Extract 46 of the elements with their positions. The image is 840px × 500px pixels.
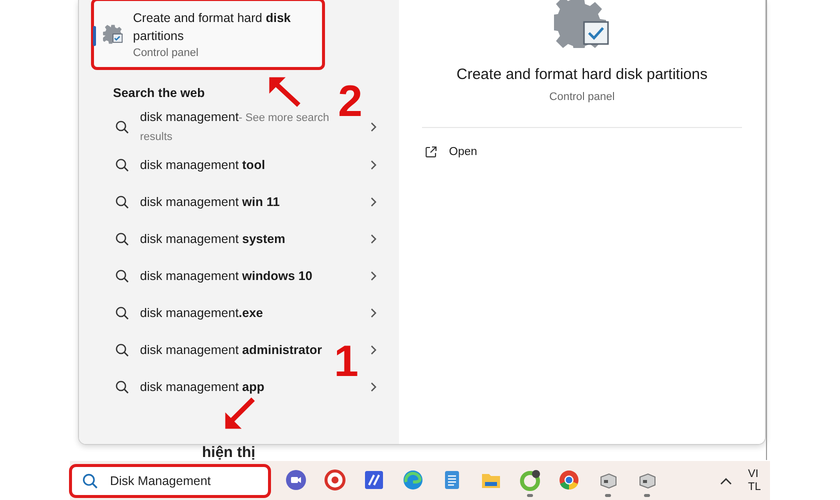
search-icon	[115, 380, 129, 394]
app-icon	[518, 468, 540, 490]
chevron-right-icon	[370, 122, 377, 132]
chevron-right-icon	[370, 234, 377, 244]
running-indicator	[604, 494, 610, 496]
app-icon	[284, 468, 306, 490]
app-icon	[324, 468, 346, 490]
search-icon	[115, 342, 129, 356]
chevron-right-icon	[370, 196, 377, 206]
step-number: 2	[338, 80, 362, 124]
search-icon	[115, 232, 129, 246]
open-action[interactable]: Open	[425, 146, 478, 158]
taskbar-search-field[interactable]: Disk Management	[72, 466, 268, 494]
search-icon	[115, 194, 129, 208]
search-icon	[115, 120, 129, 134]
running-indicator	[644, 494, 650, 496]
detail-subtitle: Control panel	[549, 91, 615, 103]
chevron-right-icon	[370, 160, 377, 170]
web-result-link[interactable]: disk management system	[140, 230, 359, 248]
app-icon	[362, 468, 384, 490]
open-external-icon	[425, 146, 437, 158]
app-icon	[402, 468, 424, 490]
search-icon	[115, 306, 129, 320]
chevron-right-icon	[370, 382, 377, 392]
gear-icon	[554, 0, 610, 48]
chevron-up-icon[interactable]	[720, 476, 732, 484]
result-title: Create and format hard disk partitions	[133, 10, 292, 45]
chevron-right-icon	[370, 308, 377, 318]
app-icon	[558, 468, 580, 490]
search-icon	[115, 268, 129, 282]
section-heading: Search the web	[113, 86, 206, 100]
web-result-link[interactable]: disk management win 11	[140, 192, 359, 210]
running-indicator	[526, 494, 532, 496]
top-result-item[interactable]: Create and format hard disk partitions Control panel	[93, 0, 323, 68]
chevron-right-icon	[370, 344, 377, 354]
web-result-link[interactable]: disk management.exe	[140, 304, 359, 322]
result-subtitle: Control panel	[133, 47, 200, 59]
gear-icon	[103, 23, 123, 45]
chevron-right-icon	[370, 270, 377, 280]
background-text: hiện thị	[202, 444, 256, 461]
clock-text: TL	[748, 480, 761, 494]
web-result-link[interactable]: disk management windows 10	[140, 266, 359, 284]
clock-text: VI	[748, 468, 760, 480]
detail-title: Create and format hard disk partitions	[456, 66, 708, 83]
web-result-link[interactable]: disk management tool	[140, 156, 359, 174]
search-icon	[115, 158, 129, 172]
